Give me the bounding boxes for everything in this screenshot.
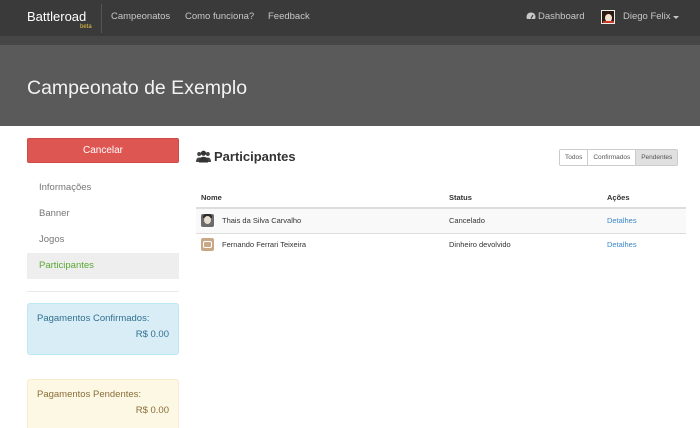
nav-link-como-funciona[interactable]: Como funciona? <box>185 11 254 22</box>
beta-badge: beta <box>80 24 92 30</box>
sidebar-divider <box>27 291 179 292</box>
pending-payments-label: Pagamentos Pendentes: <box>37 389 142 400</box>
section-title: Participantes <box>214 149 296 164</box>
details-link[interactable]: Detalhes <box>607 240 637 249</box>
caret-down-icon[interactable] <box>673 16 679 19</box>
column-header-nome: Nome <box>201 193 222 202</box>
user-menu-name[interactable]: Diego Felix <box>623 11 671 22</box>
participant-avatar <box>201 238 214 251</box>
nav-link-campeonatos[interactable]: Campeonatos <box>111 11 170 22</box>
column-header-acoes: Ações <box>607 193 630 202</box>
pending-payments-value: R$ 0.00 <box>135 405 169 416</box>
participant-avatar <box>201 214 214 227</box>
status-filter-group: Todos Confirmados Pendentes <box>559 149 679 166</box>
participant-name: Fernando Ferrari Teixeira <box>222 240 307 249</box>
nav-link-feedback[interactable]: Feedback <box>268 11 310 22</box>
dashboard-icon[interactable] <box>526 11 536 21</box>
confirmed-payments-panel: Pagamentos Confirmados: R$ 0.00 <box>27 303 179 355</box>
column-header-status: Status <box>449 193 472 202</box>
confirmed-payments-value: R$ 0.00 <box>135 329 169 340</box>
participant-status: Dinheiro devolvido <box>449 240 511 249</box>
filter-confirmados-button[interactable]: Confirmados <box>587 150 636 165</box>
cancel-button[interactable]: Cancelar <box>27 138 179 163</box>
filter-pendentes-button[interactable]: Pendentes <box>635 150 678 165</box>
nav-divider <box>101 4 102 33</box>
user-avatar[interactable] <box>601 10 615 24</box>
participant-name: Thais da Silva Carvalho <box>222 216 302 225</box>
participant-status: Cancelado <box>449 216 485 225</box>
sidebar-item-jogos[interactable]: Jogos <box>27 227 179 253</box>
page-title: Campeonato de Exemplo <box>27 77 248 99</box>
table-row: Fernando Ferrari Teixeira Dinheiro devol… <box>196 233 686 257</box>
users-icon <box>196 150 211 163</box>
details-link[interactable]: Detalhes <box>607 216 637 225</box>
confirmed-payments-label: Pagamentos Confirmados: <box>37 313 150 324</box>
top-navbar: Battleroad beta Campeonatos Como funcion… <box>0 0 700 36</box>
table-row: Thais da Silva Carvalho Cancelado Detalh… <box>196 209 686 233</box>
sidebar-item-participantes[interactable]: Participantes <box>27 253 179 279</box>
sidebar-item-banner[interactable]: Banner <box>27 201 179 227</box>
sidebar-item-informacoes[interactable]: Informações <box>27 175 179 201</box>
filter-todos-button[interactable]: Todos <box>560 150 588 165</box>
nav-link-dashboard[interactable]: Dashboard <box>538 11 584 22</box>
brand-logo[interactable]: Battleroad <box>27 9 86 24</box>
pending-payments-panel: Pagamentos Pendentes: R$ 0.00 <box>27 379 179 428</box>
